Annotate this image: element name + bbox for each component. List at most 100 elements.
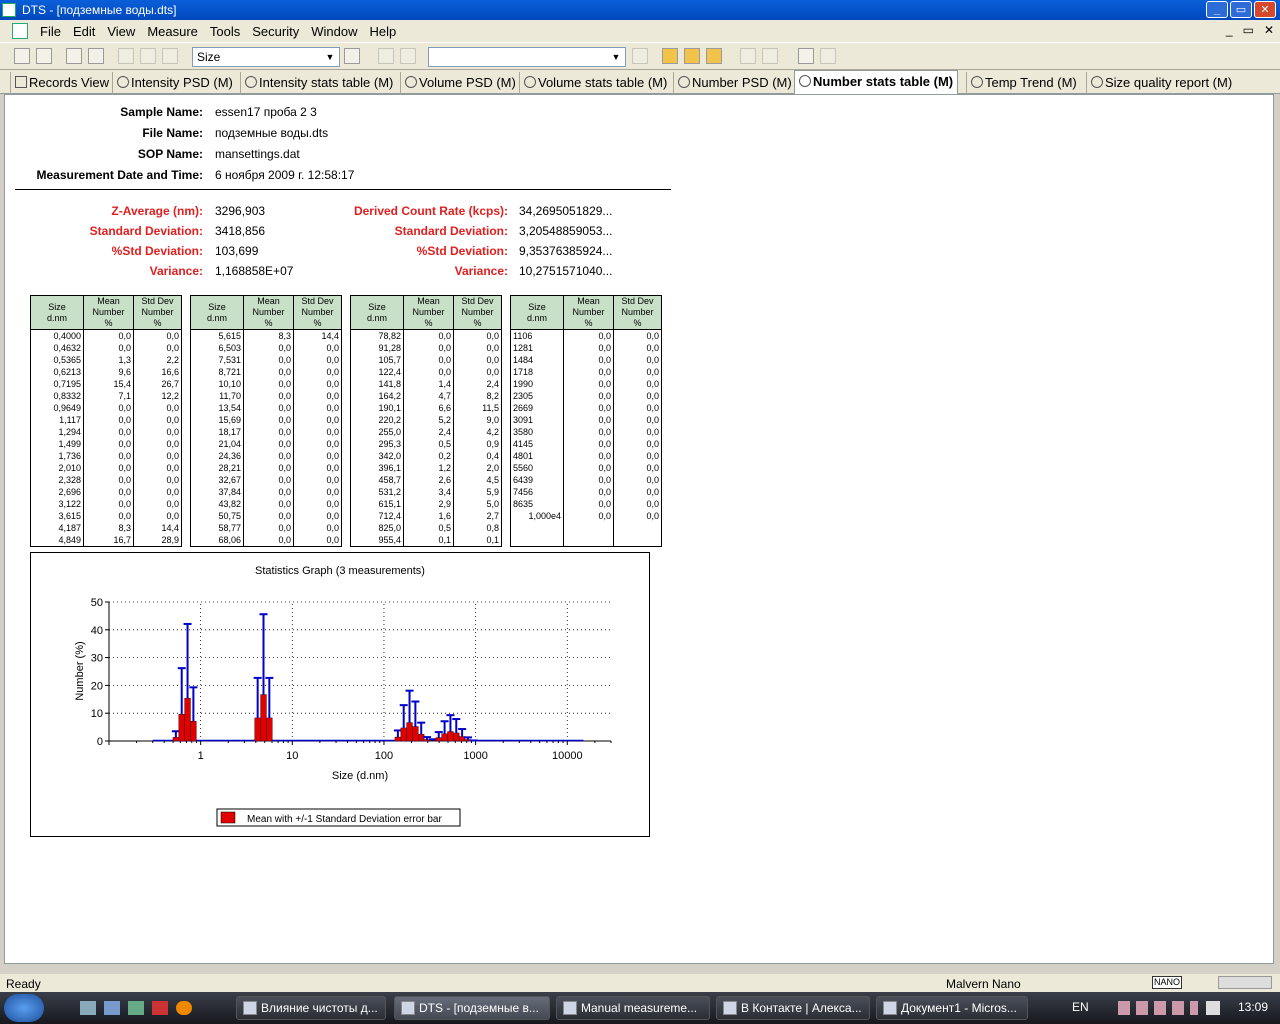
- table-cell: 0,0: [613, 462, 662, 474]
- quicklaunch-app-icon[interactable]: [152, 1001, 168, 1015]
- table-cell: 0,5365: [30, 354, 84, 366]
- quicklaunch-explorer-icon[interactable]: [104, 1001, 120, 1015]
- table-cell: 15,4: [83, 378, 134, 390]
- table-cell: 0,0: [243, 498, 294, 510]
- table-header: Size d.nm: [30, 295, 84, 330]
- tab-number-stats-table[interactable]: Number stats table (M): [794, 70, 959, 94]
- tab-records-view[interactable]: Records View: [10, 72, 113, 94]
- play-icon[interactable]: [632, 48, 648, 64]
- table-row: 1,117 0,0 0,0: [30, 414, 182, 426]
- quicklaunch-firefox-icon[interactable]: [176, 1001, 192, 1015]
- taskbar-item-word-doc[interactable]: Влияние чистоты д...: [236, 996, 386, 1020]
- mpt-icon[interactable]: [740, 48, 756, 64]
- new-icon[interactable]: [14, 48, 30, 64]
- tab-intensity-psd[interactable]: Intensity PSD (M): [112, 72, 237, 94]
- table-row: 712,4 1,6 2,7: [350, 510, 502, 522]
- forward-arrow-icon[interactable]: [820, 48, 836, 64]
- table-cell: 531,2: [350, 486, 404, 498]
- tab-label: Number stats table (M): [813, 74, 954, 89]
- tab-size-quality-report[interactable]: Size quality report (M): [1086, 72, 1236, 94]
- table-row: 396,1 1,2 2,0: [350, 462, 502, 474]
- legend-label: Mean with +/-1 Standard Deviation error …: [247, 814, 442, 825]
- start-button[interactable]: [4, 994, 44, 1022]
- menu-help[interactable]: Help: [363, 24, 402, 39]
- dts-file-icon[interactable]: [684, 48, 700, 64]
- table-cell: 1,3: [83, 354, 134, 366]
- tab-intensity-stats-table[interactable]: Intensity stats table (M): [240, 72, 397, 94]
- table-row: [510, 522, 662, 534]
- table-cell: 1,736: [30, 450, 84, 462]
- taskbar-item-document1[interactable]: Документ1 - Micros...: [876, 996, 1028, 1020]
- table-cell: 6,6: [403, 402, 454, 414]
- taskbar-item-vkontakte[interactable]: В Контакте | Алекса...: [716, 996, 870, 1020]
- tab-volume-psd[interactable]: Volume PSD (M): [400, 72, 520, 94]
- table-cell: 955,4: [350, 534, 404, 547]
- status-bar: Ready Malvern Nano NANO: [0, 974, 1280, 992]
- print-preview-icon[interactable]: [88, 48, 104, 64]
- paste-icon[interactable]: [162, 48, 178, 64]
- tab-temp-trend[interactable]: Temp Trend (M): [966, 72, 1081, 94]
- table-cell: 458,7: [350, 474, 404, 486]
- minimize-button[interactable]: _: [1206, 1, 1228, 18]
- menu-measure[interactable]: Measure: [141, 24, 204, 39]
- report-select[interactable]: Size ▼: [192, 47, 340, 67]
- quicklaunch-media-icon[interactable]: [128, 1001, 144, 1015]
- menu-tools[interactable]: Tools: [204, 24, 246, 39]
- ph-icon[interactable]: [762, 48, 778, 64]
- print-icon[interactable]: [66, 48, 82, 64]
- divider: [15, 189, 671, 190]
- mdi-minimize-button[interactable]: _: [1226, 23, 1233, 37]
- table-row: 4,849 16,7 28,9: [30, 534, 182, 547]
- mdi-close-button[interactable]: ✕: [1264, 23, 1274, 37]
- tray-icons[interactable]: [1118, 1001, 1198, 1015]
- taskbar-item-manual[interactable]: Manual measureme...: [556, 996, 710, 1020]
- menu-window[interactable]: Window: [305, 24, 363, 39]
- edit-report-icon[interactable]: [344, 48, 360, 64]
- quicklaunch-desktop-icon[interactable]: [80, 1001, 96, 1015]
- volume-icon[interactable]: [1206, 1001, 1220, 1015]
- restore-button[interactable]: ▭: [1230, 1, 1252, 18]
- table-cell: 2,0: [453, 462, 502, 474]
- tab-volume-stats-table[interactable]: Volume stats table (M): [519, 72, 671, 94]
- table-row: 24,36 0,0 0,0: [190, 450, 342, 462]
- table-cell: 1,4: [403, 378, 454, 390]
- count-rate-label: Derived Count Rate (kcps):: [353, 204, 508, 218]
- table-cell: 0,0: [293, 414, 342, 426]
- sop-icon[interactable]: [378, 48, 394, 64]
- table-cell: 4,187: [30, 522, 84, 534]
- table-cell: 105,7: [350, 354, 404, 366]
- export-icon[interactable]: [706, 48, 722, 64]
- taskbar-item-dts[interactable]: DTS - [подземные в...: [394, 996, 550, 1020]
- table-row: 11,70 0,0 0,0: [190, 390, 342, 402]
- menu-security[interactable]: Security: [246, 24, 305, 39]
- document-icon[interactable]: [12, 23, 28, 39]
- table-cell: 2,4: [453, 378, 502, 390]
- count-rate-std-value: 3,20548859053...: [519, 224, 613, 238]
- table-cell: 14,4: [293, 329, 342, 342]
- table-cell: 4,849: [30, 534, 84, 547]
- copy-icon[interactable]: [140, 48, 156, 64]
- statistics-graph: Statistics Graph (3 measurements) 0 10 20 30…: [30, 552, 650, 837]
- menu-view[interactable]: View: [101, 24, 141, 39]
- mdi-restore-button[interactable]: ▭: [1243, 23, 1254, 37]
- menu-file[interactable]: File: [34, 24, 67, 39]
- sop-edit-icon[interactable]: [400, 48, 416, 64]
- table-cell: 0,0: [453, 366, 502, 378]
- table-row: 190,1 6,6 11,5: [350, 402, 502, 414]
- language-indicator[interactable]: EN: [1072, 1000, 1089, 1014]
- open-icon[interactable]: [36, 48, 52, 64]
- sop-file-icon[interactable]: [662, 48, 678, 64]
- table-cell: 164,2: [350, 390, 404, 402]
- table-cell: 0,0: [133, 426, 182, 438]
- table-cell: 5,615: [190, 329, 244, 342]
- table-cell: 12,2: [133, 390, 182, 402]
- back-arrow-icon[interactable]: [798, 48, 814, 64]
- close-button[interactable]: ✕: [1254, 1, 1276, 18]
- menu-edit[interactable]: Edit: [67, 24, 101, 39]
- table-cell: 0,0: [453, 329, 502, 342]
- table-row: 4,187 8,3 14,4: [30, 522, 182, 534]
- secondary-select[interactable]: ▼: [428, 47, 626, 67]
- tab-number-psd[interactable]: Number PSD (M): [673, 72, 796, 94]
- table-row: 0,5365 1,3 2,2: [30, 354, 182, 366]
- cut-icon[interactable]: [118, 48, 134, 64]
